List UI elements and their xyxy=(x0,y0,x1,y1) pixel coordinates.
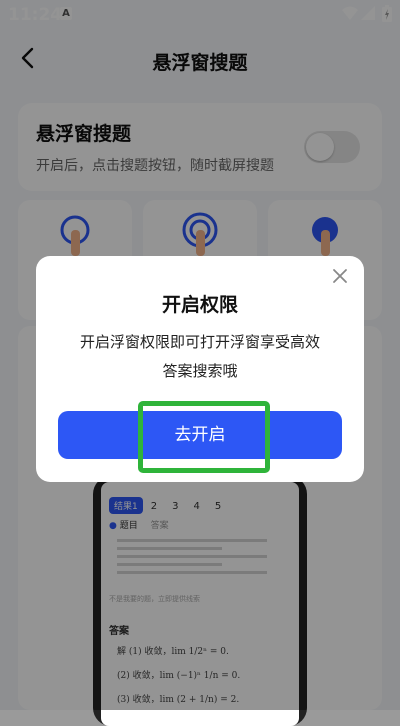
dialog-title: 开启权限 xyxy=(161,294,238,316)
dialog-body-line: 答案搜索哦 xyxy=(162,362,238,380)
dialog-body-line: 开启浮窗权限即可打开浮窗享受高效 xyxy=(79,333,320,351)
dialog-body: 开启浮窗权限即可打开浮窗享受高效 答案搜索哦 xyxy=(66,328,334,386)
highlight-annotation-box xyxy=(138,401,270,473)
close-icon[interactable] xyxy=(332,268,348,284)
